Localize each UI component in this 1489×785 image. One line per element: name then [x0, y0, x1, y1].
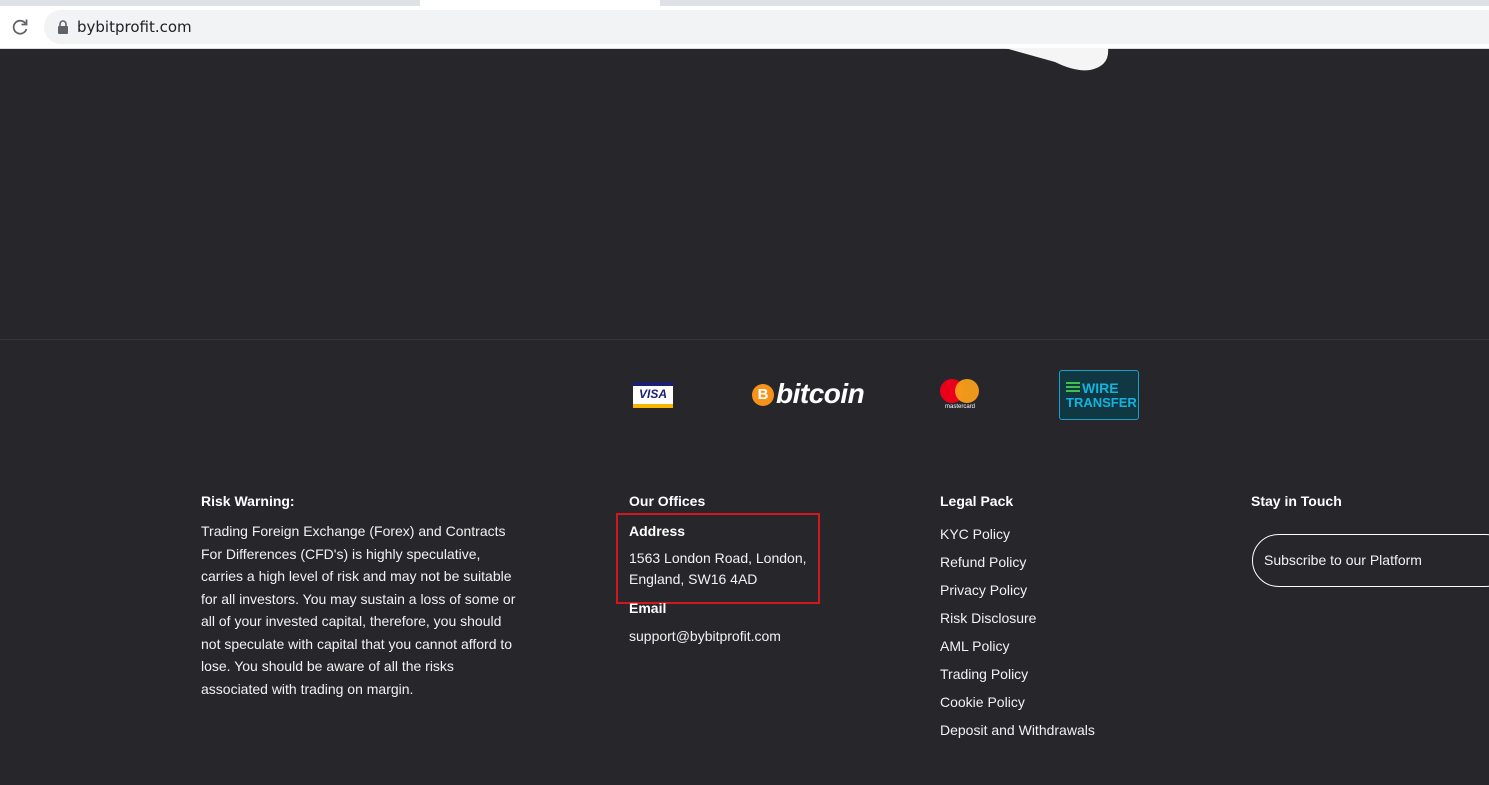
mastercard-logo: mastercard	[940, 379, 982, 413]
legal-pack-title: Legal Pack	[940, 493, 1014, 509]
hero-decorative-shape	[1005, 48, 1109, 71]
legal-link-deposit-withdrawals[interactable]: Deposit and Withdrawals	[940, 719, 1095, 747]
offices-title: Our Offices	[629, 493, 706, 509]
legal-link-privacy[interactable]: Privacy Policy	[940, 579, 1095, 607]
bitcoin-icon: B	[752, 384, 774, 406]
section-divider	[0, 339, 1489, 340]
visa-logo: VISA	[633, 382, 673, 408]
lock-icon[interactable]	[56, 19, 70, 35]
address-label: Address	[629, 523, 686, 539]
browser-toolbar: bybitprofit.com	[0, 6, 1489, 49]
legal-link-trading[interactable]: Trading Policy	[940, 663, 1095, 691]
address-line-2: England, SW16 4AD	[629, 571, 758, 587]
reload-icon[interactable]	[10, 17, 30, 37]
bitcoin-logo: B bitcoin	[752, 378, 872, 414]
url-text[interactable]: bybitprofit.com	[77, 18, 192, 36]
legal-link-cookie[interactable]: Cookie Policy	[940, 691, 1095, 719]
legal-link-refund[interactable]: Refund Policy	[940, 551, 1095, 579]
address-line-1: 1563 London Road, London,	[629, 550, 807, 566]
legal-link-risk-disclosure[interactable]: Risk Disclosure	[940, 607, 1095, 635]
email-label: Email	[629, 600, 667, 616]
email-link[interactable]: support@bybitprofit.com	[629, 626, 781, 647]
legal-link-aml[interactable]: AML Policy	[940, 635, 1095, 663]
wire-transfer-logo: WIRE TRANSFER	[1059, 370, 1139, 420]
risk-warning-text: Trading Foreign Exchange (Forex) and Con…	[201, 523, 516, 697]
address-bar[interactable]: bybitprofit.com	[44, 10, 1489, 44]
legal-links-list: KYC Policy Refund Policy Privacy Policy …	[940, 523, 1095, 747]
subscribe-placeholder: Subscribe to our Platform	[1264, 552, 1422, 568]
subscribe-input[interactable]: Subscribe to our Platform	[1252, 534, 1489, 587]
risk-warning-title: Risk Warning:	[201, 493, 295, 509]
legal-link-kyc[interactable]: KYC Policy	[940, 523, 1095, 551]
stay-in-touch-title: Stay in Touch	[1251, 493, 1342, 509]
